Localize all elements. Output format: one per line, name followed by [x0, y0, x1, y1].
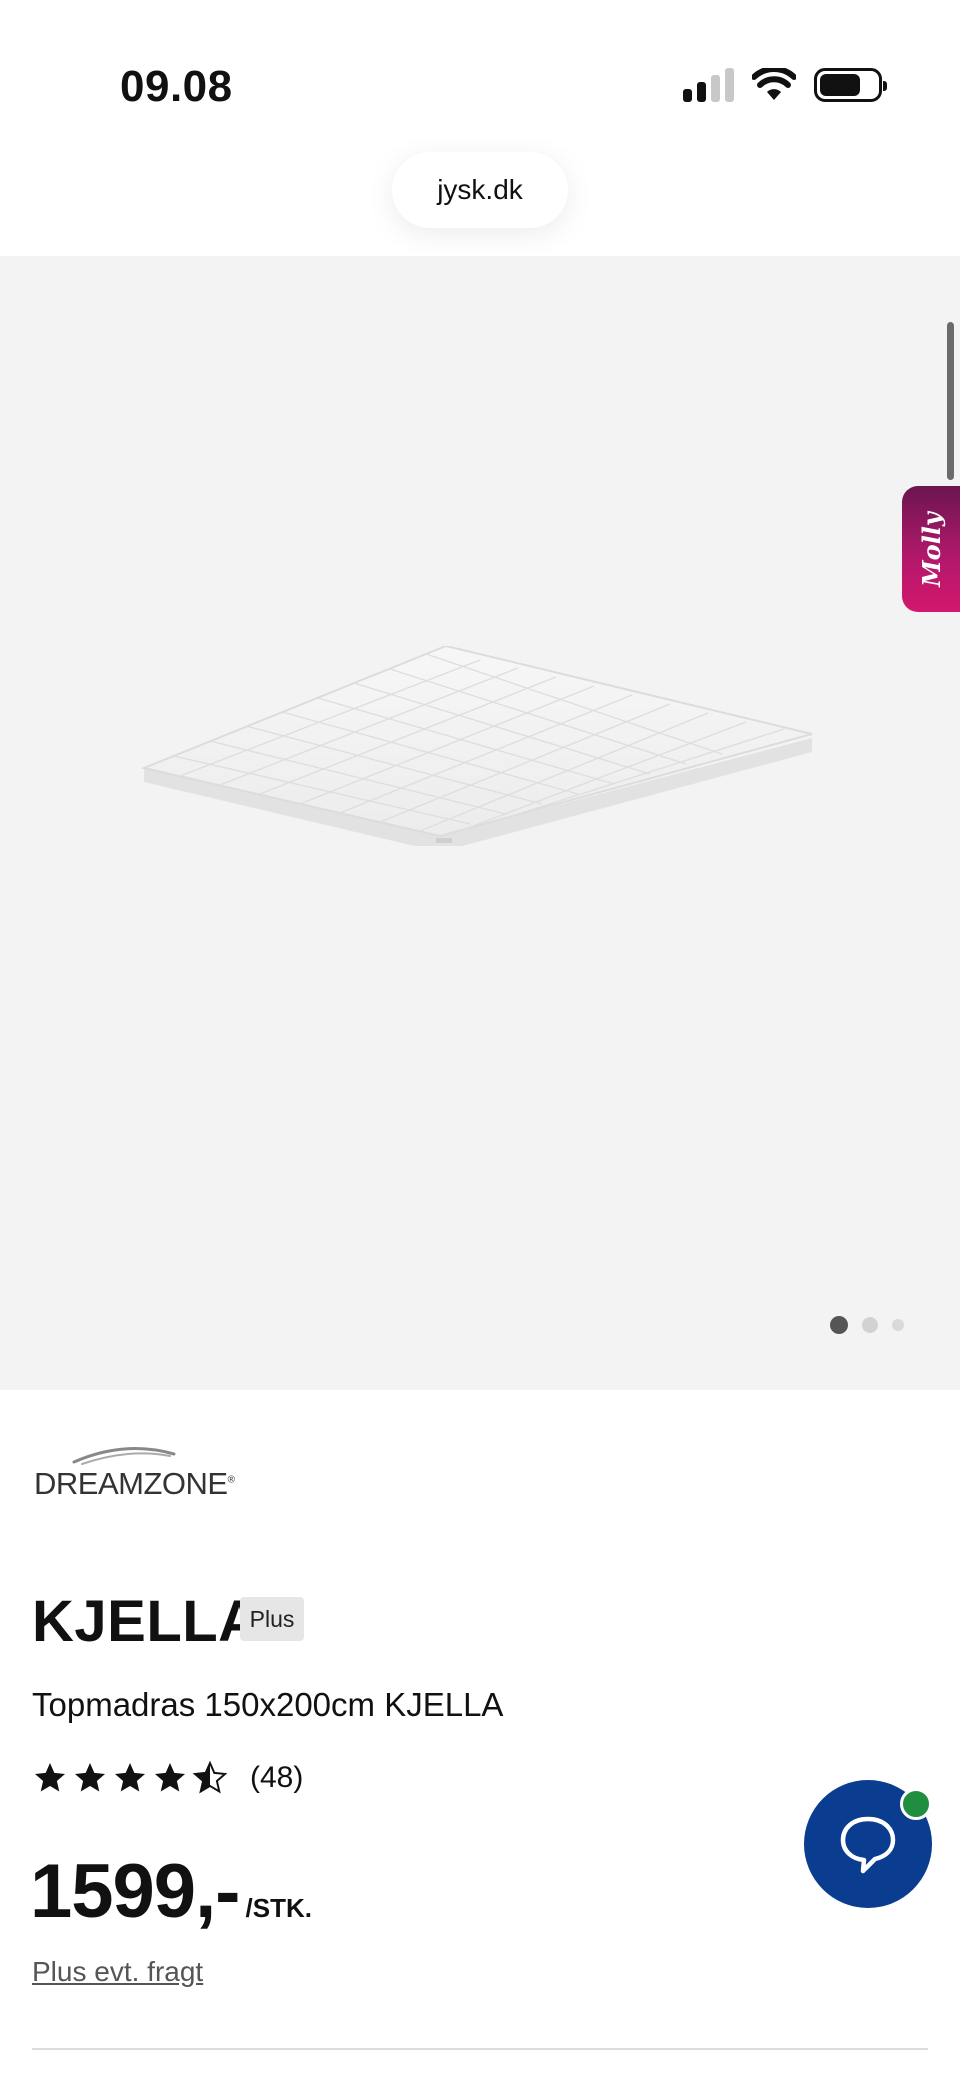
gallery-pagination[interactable] [830, 1316, 904, 1334]
molly-assistant-tab[interactable]: Molly [902, 486, 960, 612]
price-row: 1599,- /STK. [30, 1848, 312, 1935]
status-icons [683, 68, 887, 102]
product-rating[interactable]: (48) [32, 1760, 303, 1796]
product-subtitle: Topmadras 150x200cm KJELLA [32, 1686, 504, 1723]
product-price: 1599,- [30, 1849, 240, 1934]
mattress-product-image [140, 646, 813, 846]
pagination-dot[interactable] [892, 1319, 904, 1331]
review-count[interactable]: (48) [250, 1761, 303, 1795]
url-bar[interactable]: jysk.dk [392, 152, 568, 228]
battery-icon [814, 68, 887, 102]
star-half-icon [192, 1760, 228, 1794]
scrollbar[interactable] [947, 322, 954, 480]
divider [32, 2048, 928, 2050]
molly-tab-label: Molly [916, 511, 946, 587]
brand-logo[interactable]: DREAMZONE® [34, 1466, 235, 1502]
product-title: KJELLA [32, 1589, 261, 1654]
star-full-icon [115, 1763, 145, 1792]
star-full-icon [35, 1763, 65, 1792]
product-image-gallery[interactable]: Molly [0, 256, 960, 1390]
star-full-icon [75, 1763, 105, 1792]
status-bar: 09.08 [0, 0, 960, 150]
wifi-icon [752, 68, 796, 100]
star-full-icon [155, 1763, 185, 1792]
online-status-dot [900, 1788, 932, 1820]
shipping-info-link[interactable]: Plus evt. fragt [32, 1956, 203, 1988]
cellular-signal-icon [683, 68, 734, 102]
brand-name: DREAMZONE [34, 1466, 228, 1501]
price-unit: /STK. [245, 1893, 312, 1923]
plus-badge: Plus [240, 1597, 304, 1641]
status-time: 09.08 [120, 62, 233, 111]
pagination-dot-active[interactable] [830, 1316, 848, 1334]
chat-bubble-icon [840, 1816, 896, 1874]
pagination-dot[interactable] [862, 1317, 878, 1333]
